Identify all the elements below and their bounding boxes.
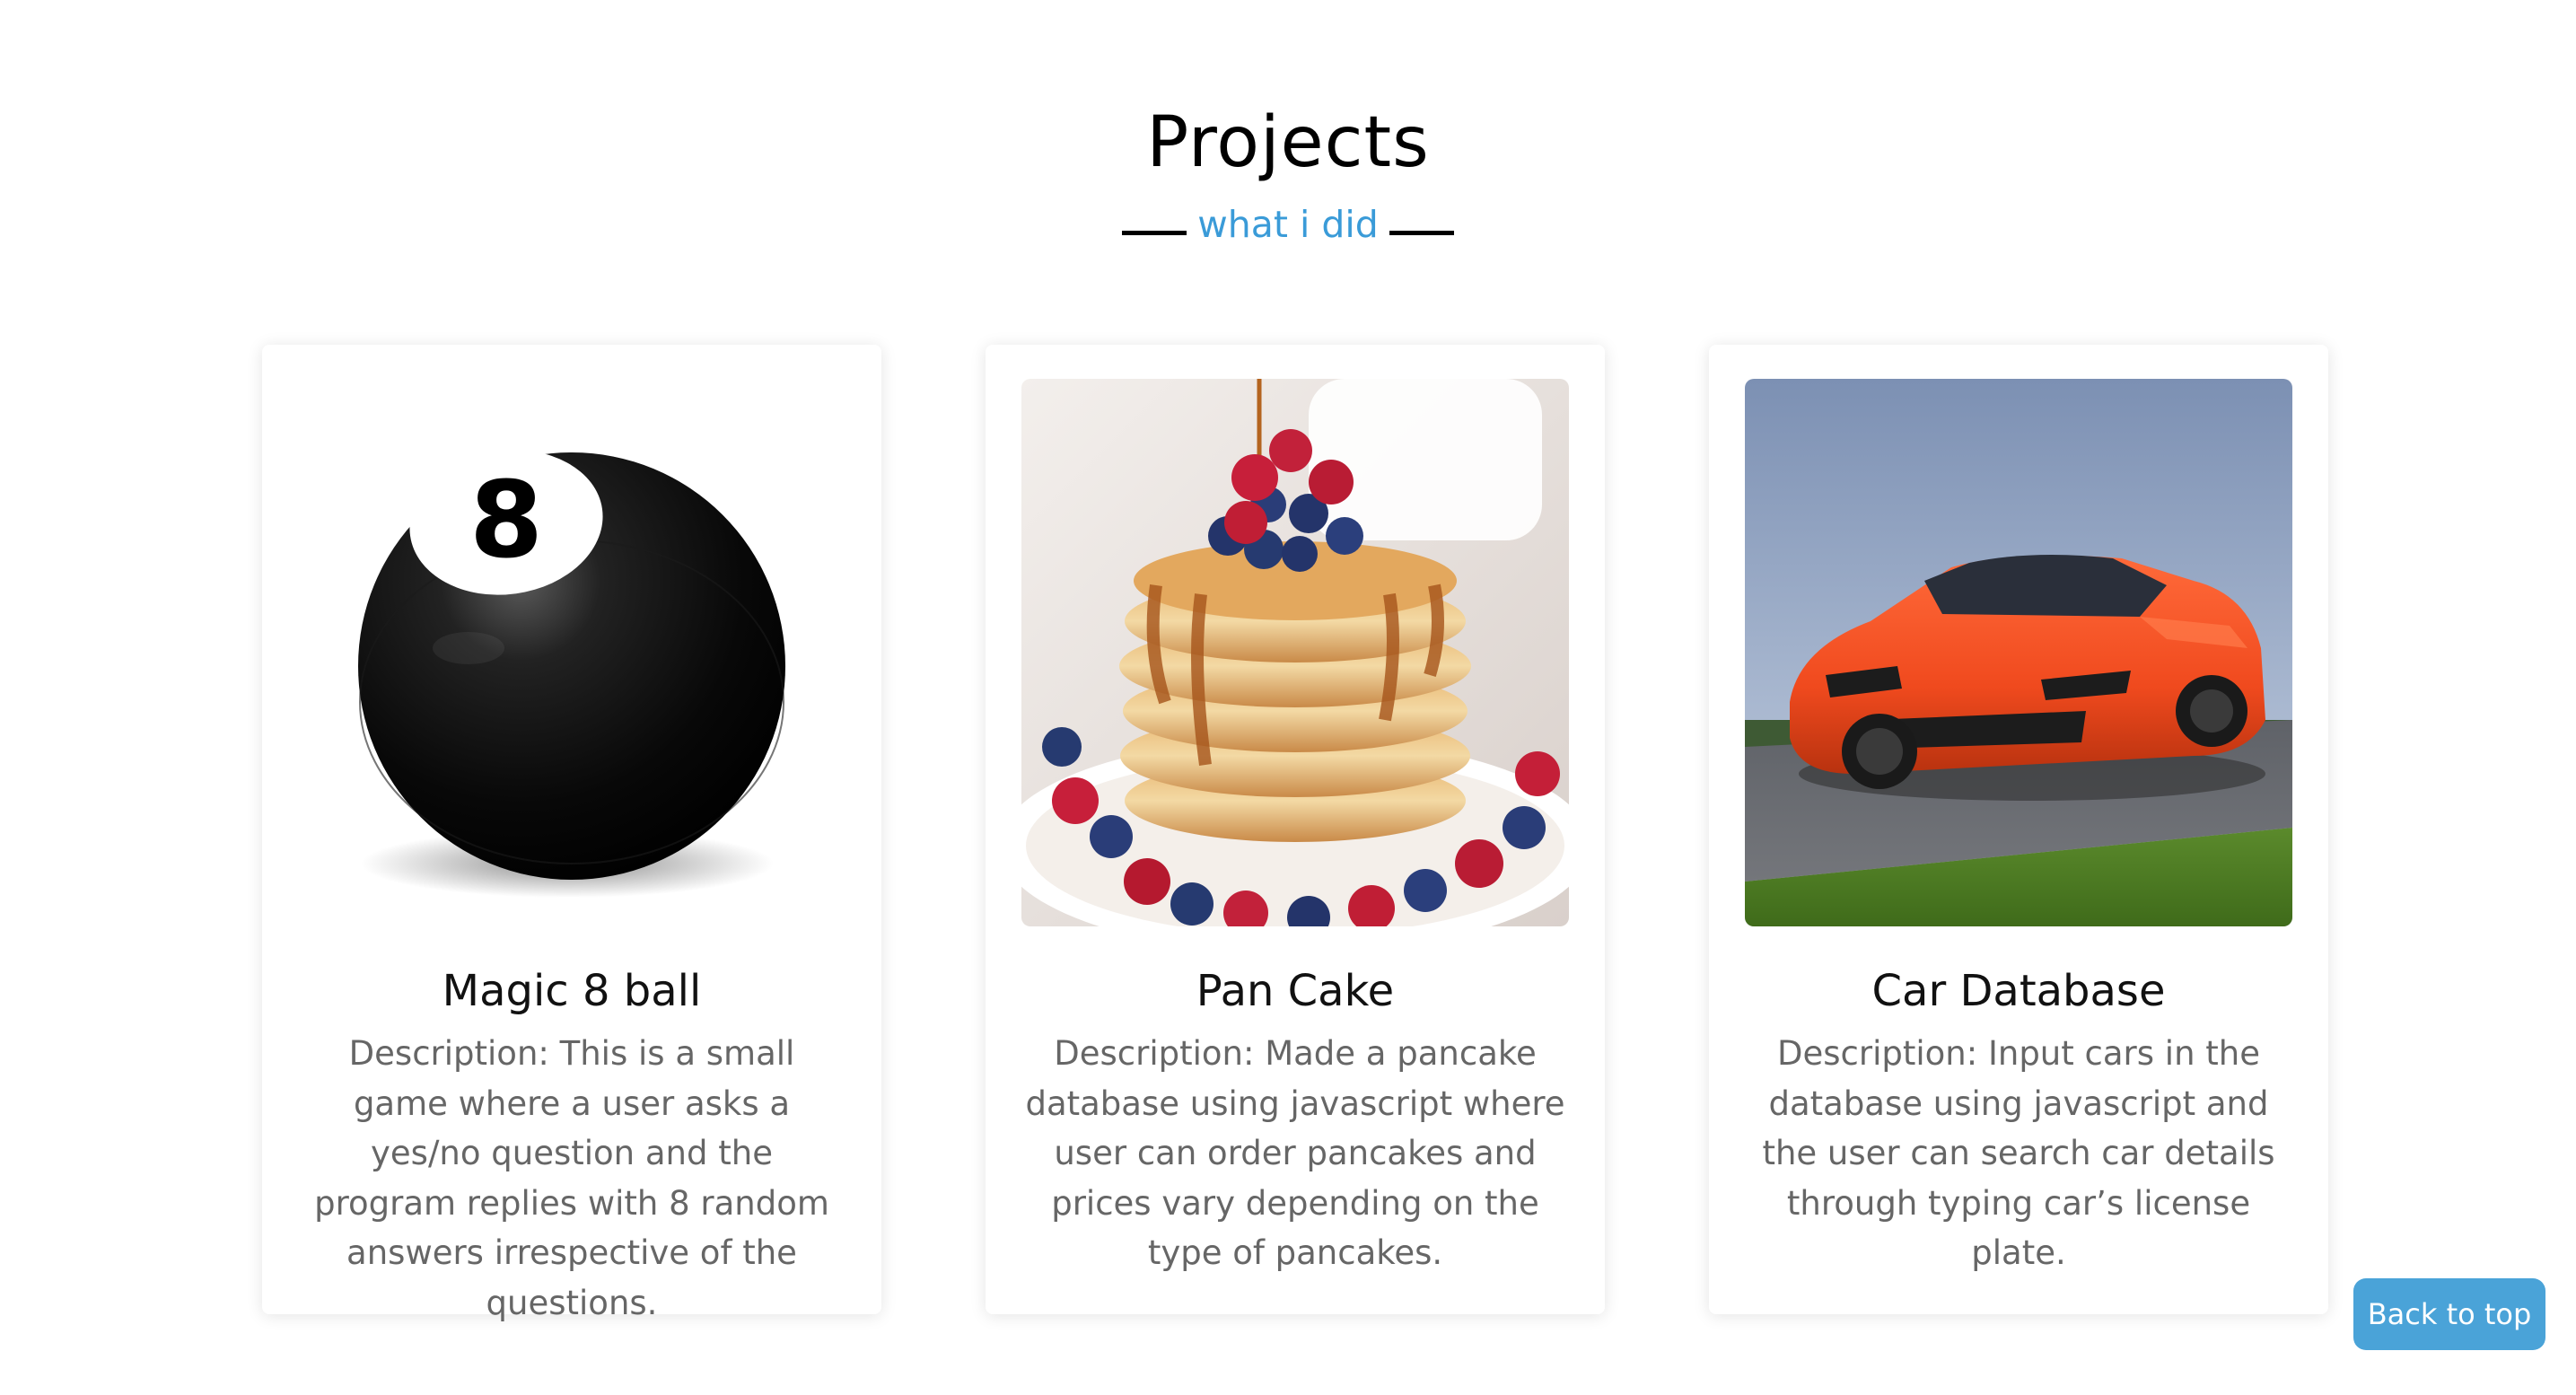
orange-sports-car-image — [1745, 379, 2292, 926]
subtitle-left-line — [1122, 230, 1187, 235]
magic-8-ball-image: 8 — [298, 379, 846, 926]
project-card-pan-cake: Pan Cake Description: Made a pancake dat… — [986, 345, 1605, 1314]
project-card-car-database: Car Database Description: Input cars in … — [1709, 345, 2328, 1314]
project-title: Car Database — [1871, 966, 2166, 1016]
section-subtitle-row: what i did — [0, 197, 2576, 251]
svg-text:8: 8 — [469, 458, 543, 582]
subtitle-right-line — [1389, 230, 1454, 235]
section-subtitle: what i did — [1197, 203, 1379, 246]
project-description: Description: This is a small game where … — [314, 1034, 829, 1322]
project-description: Description: Made a pancake database usi… — [1025, 1034, 1565, 1272]
back-to-top-button[interactable]: Back to top — [2353, 1278, 2545, 1350]
section-title: Projects — [1146, 102, 1430, 183]
project-title: Pan Cake — [1196, 966, 1395, 1016]
pancake-stack-image — [1021, 379, 1569, 926]
project-card-magic-8-ball: 8 Magic 8 ball Description: This is a sm… — [262, 345, 881, 1322]
project-description: Description: Input cars in the database … — [1762, 1034, 2275, 1272]
project-title: Magic 8 ball — [442, 966, 702, 1016]
projects-section: Projects what i did 8 Magic 8 ball Descr… — [0, 0, 2576, 1395]
